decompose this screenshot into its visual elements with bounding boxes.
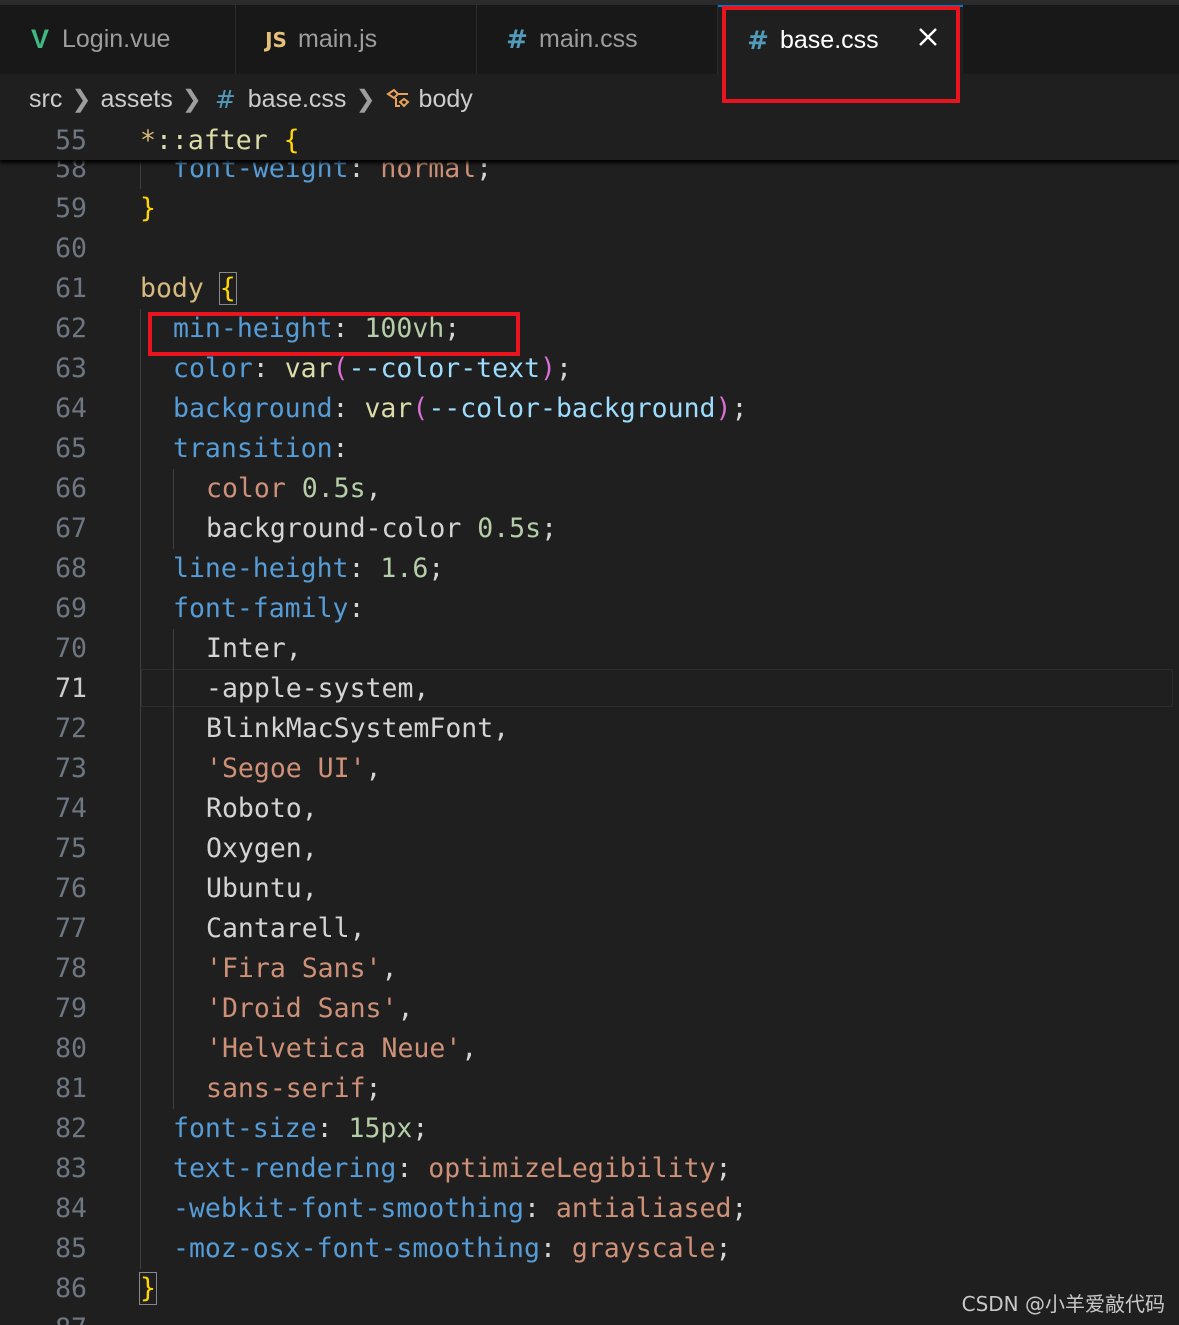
line-number: 85 xyxy=(55,1233,87,1264)
line-number: 65 xyxy=(55,433,87,464)
editor-tab-bar: V Login.vue JS main.js # main.css # base… xyxy=(0,0,1179,74)
line-number: 86 xyxy=(55,1273,87,1304)
code-line-61: 61 body { xyxy=(0,269,1179,309)
code-line-76: 76 Ubuntu, xyxy=(0,869,1179,909)
line-number: 69 xyxy=(55,593,87,624)
code-line-81: 81 sans-serif; xyxy=(0,1069,1179,1109)
js-icon: JS xyxy=(265,27,287,52)
annotation-box-min-height xyxy=(148,312,520,356)
breadcrumb-item[interactable]: base.css xyxy=(248,85,347,114)
line-number: 71 xyxy=(55,673,87,704)
line-number: 59 xyxy=(55,193,87,224)
line-number: 70 xyxy=(55,633,87,664)
chevron-right-icon: ❯ xyxy=(181,85,202,113)
code-line-85: 85 -moz-osx-font-smoothing: grayscale; xyxy=(0,1229,1179,1269)
line-number: 77 xyxy=(55,913,87,944)
chevron-right-icon: ❯ xyxy=(355,85,376,113)
sticky-scroll-header[interactable]: 55 *::after { xyxy=(0,124,1179,160)
code-line-84: 84 -webkit-font-smoothing: antialiased; xyxy=(0,1189,1179,1229)
code-line-60: 60 xyxy=(0,229,1179,269)
line-number: 84 xyxy=(55,1193,87,1224)
breadcrumb-item[interactable]: src xyxy=(29,85,62,114)
line-number: 81 xyxy=(55,1073,87,1104)
line-number: 75 xyxy=(55,833,87,864)
code-line-70: 70 Inter, xyxy=(0,629,1179,669)
line-number: 72 xyxy=(55,713,87,744)
line-number: 64 xyxy=(55,393,87,424)
code-line-72: 72 BlinkMacSystemFont, xyxy=(0,709,1179,749)
tab-main-js[interactable]: JS main.js xyxy=(236,5,477,74)
code-line-77: 77 Cantarell, xyxy=(0,909,1179,949)
chevron-right-icon: ❯ xyxy=(71,85,92,113)
code-line-82: 82 font-size: 15px; xyxy=(0,1109,1179,1149)
line-number: 68 xyxy=(55,553,87,584)
line-number: 87 xyxy=(0,1309,87,1325)
line-number: 62 xyxy=(55,313,87,344)
tab-label: main.js xyxy=(298,25,378,53)
tab-label: Login.vue xyxy=(62,25,171,53)
tab-login-vue[interactable]: V Login.vue xyxy=(0,5,236,74)
line-number: 83 xyxy=(55,1153,87,1184)
code-line-75: 75 Oxygen, xyxy=(0,829,1179,869)
code-line-68: 68 line-height: 1.6; xyxy=(0,549,1179,589)
code-line-66: 66 color 0.5s, xyxy=(0,469,1179,509)
code-line-79: 79 'Droid Sans', xyxy=(0,989,1179,1029)
css-selector-icon xyxy=(385,88,410,108)
code-line-73: 73 'Segoe UI', xyxy=(0,749,1179,789)
line-number: 76 xyxy=(55,873,87,904)
tab-label: main.css xyxy=(539,25,638,53)
breadcrumb-item[interactable]: assets xyxy=(100,85,172,114)
css-icon: # xyxy=(214,84,236,114)
code-line-65: 65 transition: xyxy=(0,429,1179,469)
line-number: 67 xyxy=(55,513,87,544)
line-number: 66 xyxy=(55,473,87,504)
code-line: *::after { xyxy=(140,125,300,156)
line-number: 78 xyxy=(55,953,87,984)
line-number: 73 xyxy=(55,753,87,784)
breadcrumb-item[interactable]: body xyxy=(419,85,473,114)
line-number: 61 xyxy=(55,273,87,304)
code-line-67: 67 background-color 0.5s; xyxy=(0,509,1179,549)
line-number: 63 xyxy=(55,353,87,384)
tab-main-css[interactable]: # main.css xyxy=(477,5,718,74)
code-line-64: 64 background: var(--color-background); xyxy=(0,389,1179,429)
annotation-box-tab xyxy=(722,6,960,103)
breadcrumb: src ❯ assets ❯ # base.css ❯ body xyxy=(0,74,1179,124)
line-number: 80 xyxy=(55,1033,87,1064)
code-editor[interactable]: 55 *::after { 58 font-weight: normal; 59}… xyxy=(0,124,1179,1325)
css-icon: # xyxy=(506,24,528,55)
line-number: 74 xyxy=(55,793,87,824)
code-line-69: 69 font-family: xyxy=(0,589,1179,629)
code-line-78: 78 'Fira Sans', xyxy=(0,949,1179,989)
line-number: 60 xyxy=(55,233,87,264)
code-line-71: 71 -apple-system, xyxy=(0,669,1179,709)
code-line-74: 74 Roboto, xyxy=(0,789,1179,829)
code-line-59: 59} xyxy=(0,189,1179,229)
line-number: 55 xyxy=(55,125,87,156)
code-line-83: 83 text-rendering: optimizeLegibility; xyxy=(0,1149,1179,1189)
watermark: CSDN @小羊爱敲代码 xyxy=(961,1292,1165,1316)
code-line-80: 80 'Helvetica Neue', xyxy=(0,1029,1179,1069)
vue-icon: V xyxy=(30,24,49,54)
line-number: 79 xyxy=(55,993,87,1024)
line-number: 82 xyxy=(55,1113,87,1144)
